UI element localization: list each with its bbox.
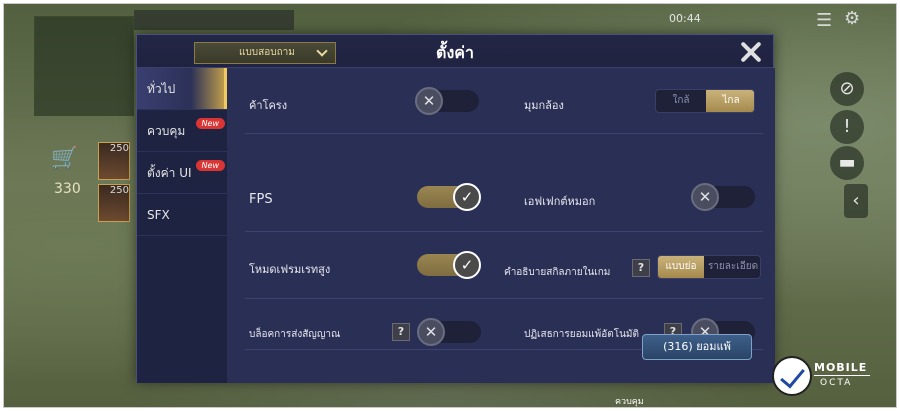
close-icon[interactable] [739,40,763,64]
sidebar-item-controls[interactable]: ควบคุม New [137,110,227,152]
new-badge: New [195,160,225,171]
sidebar-item-label: ควบคุม [147,124,186,138]
skill-option-short[interactable]: แบบย่อ [658,256,704,278]
alert-icon[interactable]: ! [830,110,864,144]
chat-icon[interactable]: ▬ [830,146,864,180]
item-cost: 250 [109,143,129,154]
watermark-logo: MOBILE OCTA [772,356,882,402]
watermark-line2: OCTA [820,378,853,388]
check-icon: ✓ [453,183,481,211]
check-icon: ✓ [453,251,481,279]
fog-effect-label: เอฟเฟกต์หมอก [524,195,596,208]
row-divider [245,298,763,299]
sidebar-item-label: ตั้งค่า UI [147,166,192,180]
skill-description-label: คำอธิบายสกิลภายในเกม [504,267,611,278]
gear-icon[interactable]: ⚙ [844,8,860,29]
watermark-divider [814,375,870,376]
item-slot[interactable]: 250 [98,184,130,222]
item-cost: 250 [109,185,129,196]
sidebar-item-sfx[interactable]: SFX [137,194,227,236]
high-frame-rate-label: โหมดเฟรมเรทสูง [249,263,331,276]
control-label: ควบคุม [615,397,644,407]
row-divider [245,133,763,134]
skill-option-detailed[interactable]: รายละเอียด [704,256,760,278]
dialog-header: แบบสอบถาม ตั้งค่า [137,35,773,68]
chevron-left-icon[interactable]: ‹ [844,184,868,218]
high-frame-rate-toggle[interactable]: ✓ [417,251,481,279]
help-icon[interactable]: ? [392,323,410,341]
fps-toggle[interactable]: ✓ [417,183,481,211]
block-signal-toggle[interactable]: ✕ [417,318,481,346]
fog-effect-toggle[interactable]: ✕ [691,183,755,211]
camera-segmented-control[interactable]: ใกล้ ไกล [655,89,755,113]
outline-label: ค้าโครง [249,99,288,112]
row-divider [245,231,763,232]
watermark-line1: MOBILE [814,361,868,374]
surrender-button[interactable]: (316) ยอมแพ้ [642,334,752,360]
skill-description-segmented-control[interactable]: แบบย่อ รายละเอียด [657,255,761,279]
game-screen: 00:44 ☰ ⚙ 🛒 330 250 250 ⊘ ! ▬ ‹ ควบคุม แ… [3,3,897,408]
outline-toggle[interactable]: ✕ [415,87,479,115]
fps-label: FPS [249,192,273,207]
gold-amount: 330 [54,181,81,197]
sidebar-item-label: SFX [147,208,170,222]
settings-dialog: แบบสอบถาม ตั้งค่า ทั่วไป ควบคุม New ตั้ง… [136,34,775,383]
camera-label: มุมกล้อง [524,99,564,112]
sidebar-item-general[interactable]: ทั่วไป [137,68,227,110]
settings-sidebar: ทั่วไป ควบคุม New ตั้งค่า UI New SFX [137,68,227,383]
minimap[interactable] [34,16,134,116]
menu-list-icon[interactable]: ☰ [816,10,832,31]
match-timer: 00:44 [669,12,701,25]
off-x-icon: ✕ [415,87,443,115]
help-icon[interactable]: ? [632,259,650,277]
camera-option-near[interactable]: ใกล้ [656,90,706,112]
auto-reject-surrender-label: ปฏิเสธการยอมแพ้อัตโนมัติ [524,329,640,340]
off-x-icon: ✕ [417,318,445,346]
block-signal-label: บล็อคการส่งสัญญาณ [249,329,341,340]
off-x-icon: ✕ [691,183,719,211]
item-slot[interactable]: 250 [98,142,130,180]
camera-option-far[interactable]: ไกล [706,90,754,112]
dialog-title: ตั้งค่า [436,43,474,62]
sidebar-item-label: ทั่วไป [147,82,176,96]
check-logo-icon [772,356,812,396]
hero-portraits-bar [134,10,294,30]
sidebar-item-ui-settings[interactable]: ตั้งค่า UI New [137,152,227,194]
target-lock-icon[interactable]: ⊘ [830,72,864,106]
new-badge: New [195,118,225,129]
